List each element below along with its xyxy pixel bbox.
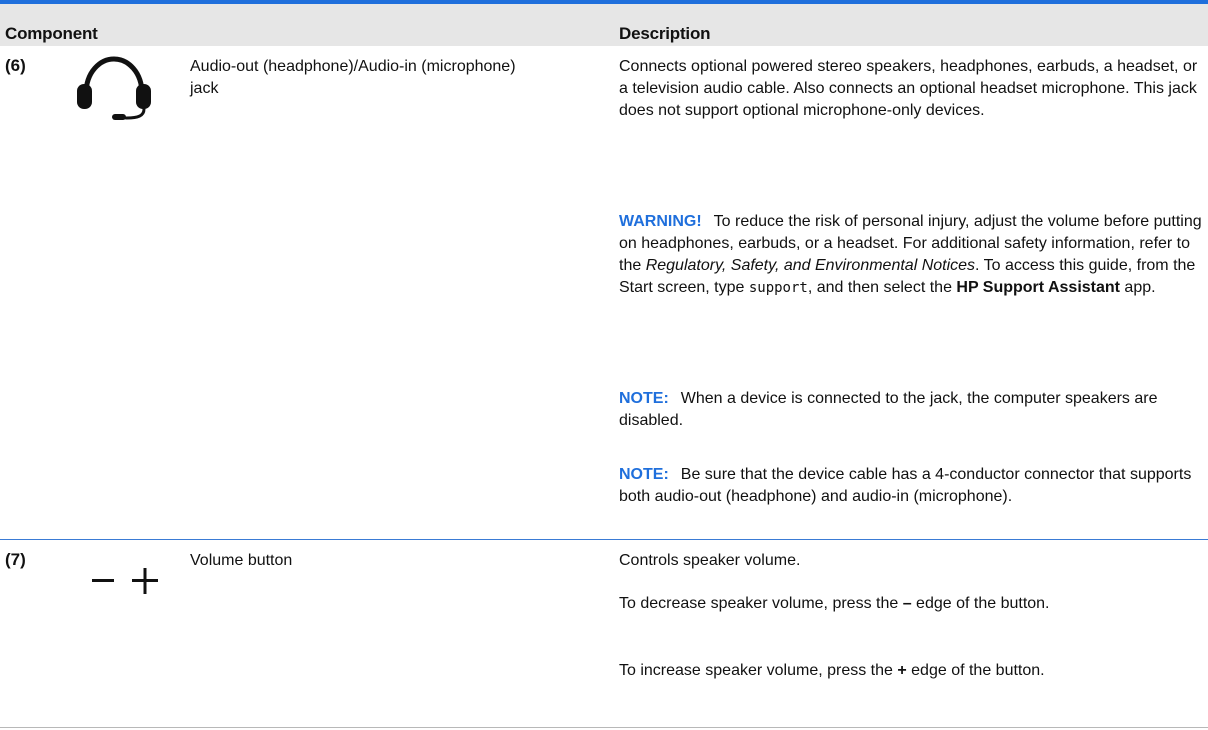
header-description: Description [619,24,711,43]
warning-paragraph: WARNING! To reduce the risk of personal i… [619,211,1205,299]
code-support: support [748,280,808,296]
description-text: Controls speaker volume. [619,552,801,569]
note-label: NOTE: [619,466,669,483]
table-header-row: Component Description [0,4,1208,46]
decrease-text: To decrease speaker volume, press the [619,595,903,612]
row-number: (7) [5,550,26,569]
decrease-paragraph: To decrease speaker volume, press the – … [619,593,1205,615]
app-name: HP Support Assistant [956,279,1120,296]
increase-text-2: edge of the button. [906,662,1045,679]
volume-minus-plus-icon [92,568,158,594]
increase-text: To increase speaker volume, press the [619,662,898,679]
headphone-icon [77,56,151,120]
header-component: Component [5,24,98,43]
note-text: Be sure that the device cable has a 4-co… [619,466,1192,505]
warning-block: WARNING! To reduce the risk of personal i… [619,211,1205,299]
row-divider [0,539,1208,540]
row-number: (6) [5,56,26,75]
increase-paragraph: To increase speaker volume, press the + … [619,660,1205,682]
increase-instruction: To increase speaker volume, press the + … [619,660,1205,682]
component-name: Audio-out (headphone)/Audio-in (micropho… [190,58,516,97]
component-description: Controls speaker volume. [619,550,1205,572]
note-paragraph: NOTE: When a device is connected to the j… [619,388,1205,432]
decrease-text-2: edge of the button. [911,595,1050,612]
note-label: NOTE: [619,390,669,407]
note-block-2: NOTE: Be sure that the device cable has a… [619,464,1205,508]
warning-text-4: app. [1119,279,1156,296]
component-description: Connects optional powered stereo speaker… [619,56,1205,122]
table-bottom-rule [0,727,1208,728]
note-paragraph: NOTE: Be sure that the device cable has a… [619,464,1205,508]
notices-title: Regulatory, Safety, and Environmental No… [645,257,976,274]
decrease-instruction: To decrease speaker volume, press the – … [619,593,1205,615]
component-name: Volume button [190,552,293,569]
note-text: When a device is connected to the jack, … [619,390,1158,429]
warning-label: WARNING! [619,213,702,230]
plus-symbol: + [897,662,907,679]
note-block-1: NOTE: When a device is connected to the j… [619,388,1205,432]
warning-text-3: , and then select the [807,279,957,296]
minus-symbol: – [902,595,912,612]
description-text: Connects optional powered stereo speaker… [619,58,1198,119]
